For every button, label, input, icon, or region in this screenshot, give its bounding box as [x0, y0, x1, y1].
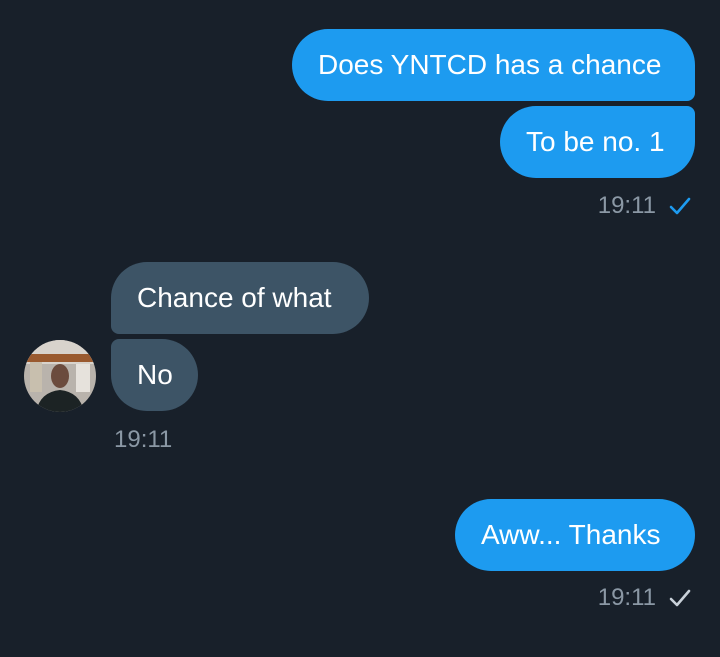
message-bubble-outgoing[interactable]: Does YNTCD has a chance — [292, 29, 695, 101]
message-bubble-outgoing[interactable]: Aww... Thanks — [455, 499, 695, 571]
message-text: No — [137, 359, 173, 390]
avatar-photo — [24, 340, 96, 412]
message-bubble-incoming[interactable]: No — [111, 339, 198, 411]
check-icon — [669, 589, 691, 607]
message-bubble-incoming[interactable]: Chance of what — [111, 262, 369, 334]
message-meta: 19:11 — [598, 584, 692, 612]
message-text: Aww... Thanks — [481, 519, 661, 550]
message-bubble-outgoing[interactable]: To be no. 1 — [500, 106, 695, 178]
message-text: Does YNTCD has a chance — [318, 49, 662, 80]
message-meta: 19:11 — [114, 426, 172, 454]
message-meta: 19:11 — [598, 192, 692, 220]
check-icon — [669, 197, 691, 215]
user-avatar[interactable] — [24, 340, 96, 412]
message-text: Chance of what — [137, 282, 332, 313]
timestamp: 19:11 — [597, 192, 656, 219]
timestamp: 19:11 — [114, 426, 173, 453]
timestamp: 19:11 — [597, 584, 656, 611]
message-text: To be no. 1 — [526, 126, 665, 157]
